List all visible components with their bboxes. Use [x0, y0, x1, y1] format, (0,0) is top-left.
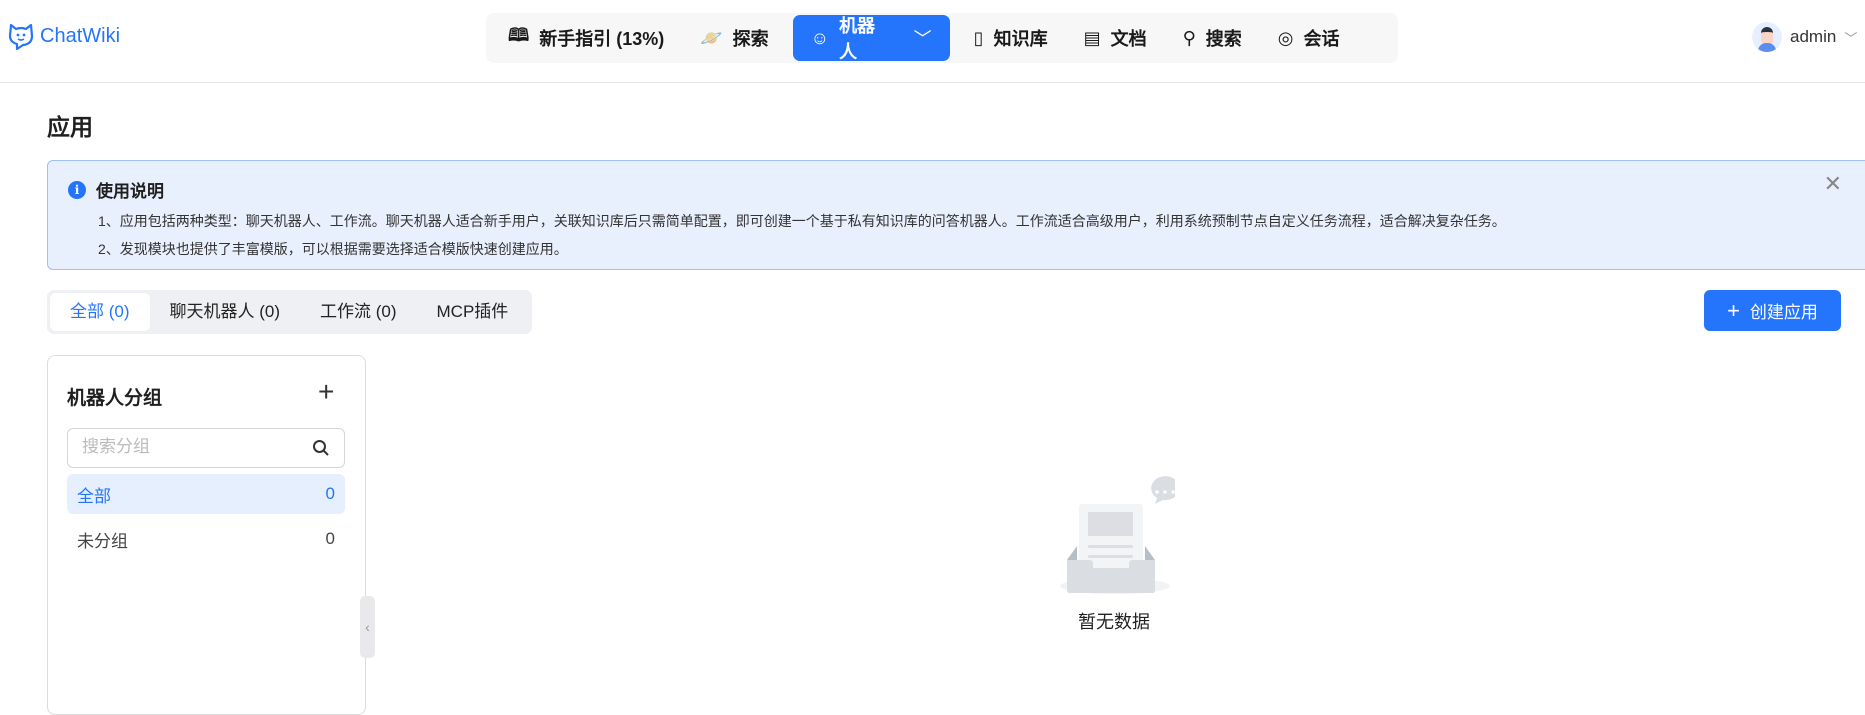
search-icon: ⚲	[1182, 27, 1196, 48]
group-name: 全部	[77, 486, 111, 506]
nav-search[interactable]: ⚲ 搜索	[1165, 15, 1260, 61]
usage-notice: i 使用说明 1、应用包括两种类型：聊天机器人、工作流。聊天机器人适合新手用户，关…	[47, 160, 1865, 270]
group-item-ungrouped[interactable]: 未分组 0	[67, 519, 345, 559]
group-item-all[interactable]: 全部 0	[67, 474, 345, 514]
group-count: 0	[325, 484, 335, 503]
chevron-down-icon: ﹀	[913, 29, 932, 49]
robot-icon: ☺	[810, 27, 830, 48]
nav-guide[interactable]: 🕮 新手指引 (13%)	[490, 15, 682, 61]
map-icon: 🕮	[508, 25, 530, 45]
username: admin	[1790, 27, 1837, 46]
plus-icon: +	[1727, 297, 1740, 323]
chevron-left-icon: ‹	[365, 619, 370, 635]
notice-line: 1、应用包括两种类型：聊天机器人、工作流。聊天机器人适合新手用户，关联知识库后只…	[98, 213, 1506, 229]
planet-icon: 🪐	[700, 27, 723, 48]
create-app-button[interactable]: + 创建应用	[1704, 290, 1841, 331]
avatar	[1752, 22, 1782, 52]
page-title: 应用	[47, 114, 93, 140]
panel-title: 机器人分组	[67, 388, 163, 409]
logo[interactable]: ChatWiki	[8, 22, 120, 50]
nav-label: 搜索	[1205, 29, 1242, 49]
app-type-tabs: 全部 (0) 聊天机器人 (0) 工作流 (0) MCP插件	[47, 290, 532, 334]
create-app-label: 创建应用	[1749, 303, 1818, 322]
tab-workflow[interactable]: 工作流 (0)	[300, 293, 417, 331]
logo-text: ChatWiki	[40, 24, 121, 47]
group-count: 0	[325, 529, 335, 548]
group-search	[67, 428, 345, 468]
nav-label: 探索	[732, 29, 769, 49]
nav-label: 机器人	[839, 16, 876, 62]
empty-state-text: 暂无数据	[1078, 612, 1150, 632]
add-group-icon[interactable]: +	[318, 376, 334, 408]
top-header: ChatWiki 🕮 新手指引 (13%) 🪐 探索 ☺ 机器人 ﹀ ▯ 知识库 ▤ 文档 …	[0, 0, 1865, 83]
nav-label: 知识库	[993, 29, 1048, 49]
info-icon: i	[68, 180, 86, 199]
group-search-input[interactable]	[82, 437, 302, 457]
nav-robot[interactable]: ☺ 机器人 ﹀	[792, 15, 950, 62]
nav-chat[interactable]: ◎ 会话	[1260, 15, 1358, 61]
tab-chatbot[interactable]: 聊天机器人 (0)	[150, 293, 301, 331]
tab-all[interactable]: 全部 (0)	[50, 293, 150, 331]
notice-title: 使用说明	[96, 182, 164, 201]
collapse-panel-handle[interactable]: ‹	[360, 596, 375, 658]
empty-inbox-icon	[1060, 476, 1175, 594]
main-nav: 🕮 新手指引 (13%) 🪐 探索 ☺ 机器人 ﹀ ▯ 知识库 ▤ 文档 ⚲ 搜索 ◎ 会话	[486, 13, 1398, 63]
chat-icon: ◎	[1277, 27, 1294, 48]
chevron-down-icon: ﹀	[1844, 30, 1858, 46]
document-icon: ▤	[1083, 27, 1101, 48]
notice-line: 2、发现模块也提供了丰富模版，可以根据需要选择适合模版快速创建应用。	[98, 241, 568, 257]
chatwiki-logo-icon	[8, 23, 34, 50]
nav-knowledge[interactable]: ▯ 知识库	[956, 15, 1066, 61]
search-icon[interactable]	[312, 439, 330, 457]
nav-label: 文档	[1110, 29, 1147, 49]
nav-documents[interactable]: ▤ 文档	[1066, 15, 1165, 61]
group-name: 未分组	[77, 531, 128, 551]
robot-groups-panel: 机器人分组 + 全部 0 未分组 0	[47, 355, 366, 715]
nav-label: 新手指引 (13%)	[539, 29, 665, 49]
user-menu[interactable]: admin ﹀	[1752, 22, 1857, 52]
nav-label: 会话	[1303, 29, 1340, 49]
nav-explore[interactable]: 🪐 探索	[682, 15, 786, 61]
tab-mcp[interactable]: MCP插件	[417, 293, 529, 331]
close-icon[interactable]: ✕	[1824, 171, 1842, 197]
book-icon: ▯	[973, 27, 984, 48]
